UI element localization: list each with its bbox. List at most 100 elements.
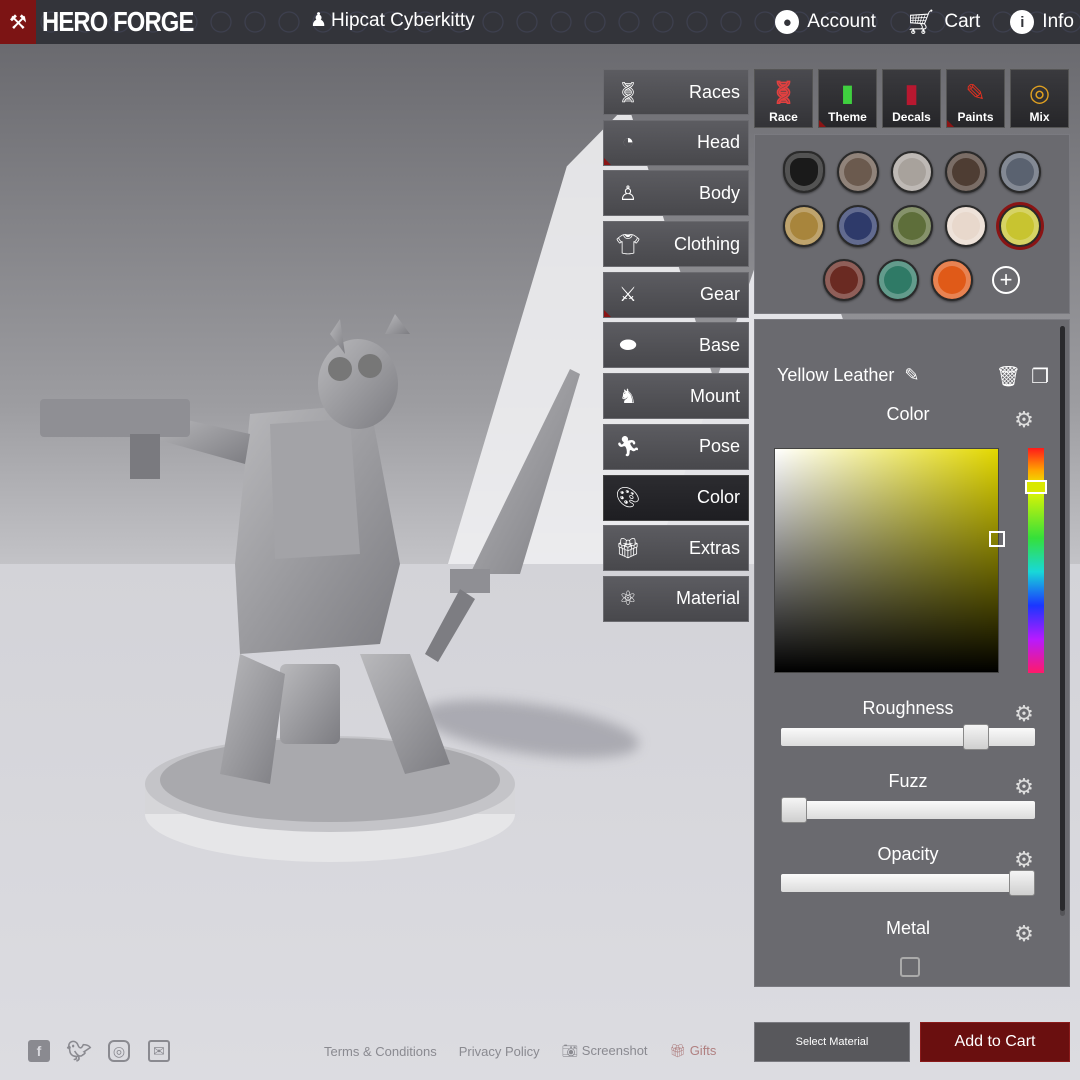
modified-marker	[947, 120, 954, 127]
swatch-skin[interactable]	[939, 199, 993, 253]
color-saturation-picker[interactable]	[774, 448, 1005, 673]
tab-label: Mix	[1029, 110, 1050, 124]
figure-icon: ♟	[310, 10, 328, 31]
swatch-row: +	[755, 253, 1069, 307]
category-base[interactable]: ⬬ Base	[603, 322, 749, 369]
swatch-green-metal[interactable]	[885, 199, 939, 253]
tab-theme[interactable]: ▮ Theme	[818, 69, 877, 128]
category-label: Color	[696, 487, 740, 507]
swatch-gold[interactable]	[777, 199, 831, 253]
info-label: Info	[1042, 11, 1074, 32]
cart-link[interactable]: 🛒︎ Cart	[906, 8, 980, 37]
gift-icon: 🎁︎	[669, 1043, 687, 1058]
swatch-blue-metal[interactable]	[831, 199, 885, 253]
bottom-actions: Select Material Add to Cart	[754, 1022, 1070, 1062]
terms-link[interactable]: Terms & Conditions	[324, 1044, 437, 1059]
swatch-red-hair[interactable]	[817, 253, 871, 307]
decal-icon: ▮	[904, 77, 919, 108]
material-name-row: Yellow Leather ✎	[777, 365, 920, 386]
category-body[interactable]: ♙ Body	[603, 170, 749, 217]
color-tabs: 🧬︎ Race ▮ Theme ▮ Decals ✎ Paints ◎ Mix	[754, 69, 1070, 128]
category-clothing[interactable]: 👕︎ Clothing	[603, 221, 749, 268]
horse-icon: ♞	[619, 385, 637, 408]
brush-icon: ✎	[965, 79, 986, 107]
category-extras[interactable]: 🎁︎ Extras	[603, 525, 749, 572]
swatch-silver[interactable]	[885, 145, 939, 199]
top-nav: ● Account 🛒︎ Cart i Info	[775, 0, 1080, 44]
roughness-slider[interactable]	[781, 724, 1035, 750]
fuzz-slider-thumb[interactable]	[781, 797, 807, 823]
tab-label: Theme	[828, 110, 867, 124]
gifts-label: Gifts	[689, 1043, 717, 1058]
pose-icon: 🏃︎	[615, 436, 641, 459]
gifts-link[interactable]: 🎁︎ Gifts	[670, 1043, 717, 1059]
tab-label: Paints	[957, 110, 994, 124]
swatch-flame[interactable]	[925, 253, 979, 307]
tab-race[interactable]: 🧬︎ Race	[754, 69, 813, 128]
tab-label: Race	[769, 110, 798, 124]
modified-marker	[604, 309, 611, 317]
instagram-icon[interactable]: ◎	[108, 1040, 130, 1062]
category-label: Material	[675, 588, 740, 609]
opacity-slider[interactable]	[781, 870, 1035, 896]
mail-icon[interactable]: ✉	[148, 1040, 170, 1062]
category-gear[interactable]: ⚔ Gear	[603, 271, 749, 318]
select-material-button[interactable]: Select Material	[754, 1022, 910, 1062]
category-label: Base	[698, 334, 740, 355]
category-pose[interactable]: 🏃︎ Pose	[603, 423, 749, 470]
metal-checkbox[interactable]	[900, 957, 920, 977]
material-properties: Yellow Leather ✎ 🗑︎ ❐ Color ⚙ Roughness …	[754, 319, 1070, 987]
screenshot-label: Screenshot	[581, 1043, 648, 1058]
category-color[interactable]: 🎨︎ Color	[603, 474, 749, 521]
swatch-steel[interactable]	[993, 145, 1047, 199]
category-label: Races	[688, 81, 740, 102]
sword-icon: ⚔	[619, 284, 637, 307]
twitter-icon[interactable]: 🐦︎	[66, 1040, 91, 1063]
tab-decals[interactable]: ▮ Decals	[882, 69, 941, 128]
account-link[interactable]: ● Account	[775, 10, 876, 34]
roughness-slider-thumb[interactable]	[963, 724, 990, 750]
category-head[interactable]: ◔ Head	[603, 119, 749, 166]
paint-roller-icon: ▮	[840, 79, 855, 107]
gear-icon[interactable]: ⚙	[1013, 703, 1035, 725]
opacity-slider-thumb[interactable]	[1009, 870, 1035, 896]
trash-icon[interactable]: 🗑︎	[996, 364, 1021, 389]
hero-forge-logo[interactable]: ⚒ HERO FORGE	[0, 0, 220, 44]
gear-icon[interactable]: ⚙	[1013, 923, 1035, 945]
info-link[interactable]: i Info	[1010, 10, 1074, 34]
character-name[interactable]: ♟ Hipcat Cyberkitty	[310, 9, 475, 32]
miniature-figure[interactable]	[40, 314, 600, 874]
privacy-link[interactable]: Privacy Policy	[459, 1044, 540, 1059]
add-to-cart-button[interactable]: Add to Cart	[920, 1022, 1070, 1062]
dna-icon: 🧬︎	[615, 81, 641, 104]
swatch-teal[interactable]	[871, 253, 925, 307]
gear-icon[interactable]: ⚙	[1013, 409, 1035, 431]
tab-mix[interactable]: ◎ Mix	[1010, 69, 1069, 128]
category-mount[interactable]: ♞ Mount	[603, 373, 749, 420]
category-label: Head	[696, 132, 740, 153]
hue-slider-handle[interactable]	[1025, 480, 1047, 494]
gear-icon[interactable]: ⚙	[1013, 849, 1035, 871]
swatch-bronze[interactable]	[831, 145, 885, 199]
facebook-icon[interactable]: f	[28, 1040, 50, 1062]
swatch-black-hair[interactable]	[777, 145, 831, 199]
copy-icon[interactable]: ❐	[1031, 364, 1049, 389]
add-swatch-button[interactable]: +	[979, 253, 1033, 307]
swatch-dark-bronze[interactable]	[939, 145, 993, 199]
tab-paints[interactable]: ✎ Paints	[946, 69, 1005, 128]
fuzz-slider[interactable]	[781, 797, 1035, 823]
category-material[interactable]: ⚛ Material	[603, 575, 749, 622]
tab-label: Decals	[892, 110, 931, 124]
category-races[interactable]: 🧬︎ Races	[603, 69, 749, 115]
category-label: Body	[698, 182, 740, 203]
character-name-text: Hipcat Cyberkitty	[331, 9, 475, 31]
color-picker-handle[interactable]	[989, 531, 1005, 547]
screenshot-link[interactable]: 📷︎ Screenshot	[562, 1043, 648, 1059]
mix-icon: ◎	[1029, 79, 1050, 107]
gear-icon[interactable]: ⚙	[1013, 776, 1035, 798]
pencil-icon[interactable]: ✎	[904, 365, 919, 386]
swatch-yellow-leather[interactable]	[993, 199, 1047, 253]
dna-icon: 🧬︎	[769, 80, 798, 105]
category-label: Extras	[688, 537, 740, 558]
category-label: Gear	[699, 284, 740, 305]
